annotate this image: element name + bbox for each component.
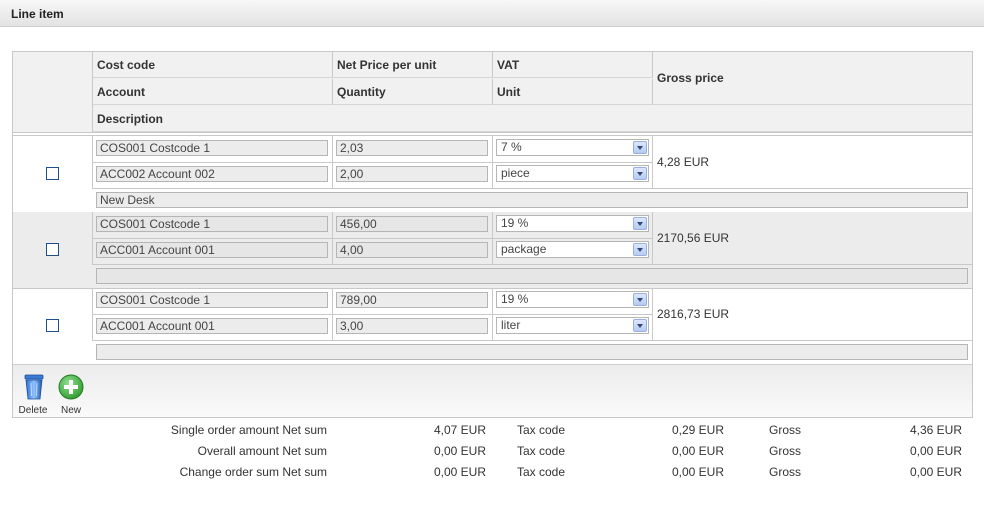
summary-gross-value: 0,00 EUR	[909, 444, 962, 458]
description-field[interactable]: New Desk	[96, 192, 968, 208]
unit-select-value: piece	[501, 166, 530, 180]
cost-code-field[interactable]: COS001 Costcode 1	[96, 216, 328, 232]
header-gross-price: Gross price	[653, 52, 972, 105]
table-row: COS001 Costcode 1 456,00 19 % ACC001 Acc…	[13, 212, 972, 288]
divider	[93, 340, 972, 341]
chevron-down-icon[interactable]	[633, 217, 647, 230]
panel-title: Line item	[11, 7, 64, 21]
vat-select[interactable]: 19 %	[496, 291, 649, 308]
summary-gross-label: Gross	[769, 423, 802, 437]
header-account: Account	[93, 79, 333, 105]
summary-label: Change order sum Net sum	[179, 465, 327, 479]
gross-price-value: 4,28 EUR	[657, 155, 710, 169]
summary-tax-value: 0,00 EUR	[671, 465, 724, 479]
summary-tax-value: 0,00 EUR	[671, 444, 724, 458]
line-item-grid: Cost code Net Price per unit VAT Account…	[12, 51, 973, 418]
divider	[13, 132, 972, 133]
summary-tax-value: 0,29 EUR	[671, 423, 724, 437]
grid-toolbar: Delete New	[13, 364, 972, 417]
quantity-field[interactable]: 4,00	[336, 242, 488, 258]
summary-label: Single order amount Net sum	[170, 423, 327, 437]
table-row: COS001 Costcode 1 789,00 19 % ACC001 Acc…	[13, 288, 972, 364]
gross-price-value: 2816,73 EUR	[657, 307, 730, 321]
unit-select[interactable]: package	[496, 241, 649, 258]
new-label: New	[60, 405, 81, 416]
summary-gross-label: Gross	[769, 444, 802, 458]
summary-net-value: 4,07 EUR	[433, 423, 486, 437]
header-vat: VAT	[493, 52, 653, 78]
header-cost-code: Cost code	[93, 52, 333, 78]
account-field[interactable]: ACC001 Account 001	[96, 318, 328, 334]
account-field[interactable]: ACC002 Account 002	[96, 166, 328, 182]
cost-code-field[interactable]: COS001 Costcode 1	[96, 140, 328, 156]
divider	[93, 264, 972, 265]
vat-select-value: 19 %	[501, 292, 529, 306]
summary-tax-label: Tax code	[517, 444, 566, 458]
plus-circle-icon	[58, 374, 84, 400]
description-field[interactable]	[96, 268, 968, 284]
unit-select-value: liter	[501, 318, 521, 332]
header-description: Description	[93, 106, 972, 132]
chevron-down-icon[interactable]	[633, 167, 647, 180]
net-price-field[interactable]: 456,00	[336, 216, 488, 232]
delete-label: Delete	[18, 405, 48, 416]
header-quantity: Quantity	[333, 79, 493, 105]
account-field[interactable]: ACC001 Account 001	[96, 242, 328, 258]
row-select-checkbox[interactable]	[46, 167, 59, 180]
vat-select[interactable]: 19 %	[496, 215, 649, 232]
divider	[93, 238, 653, 239]
chevron-down-icon[interactable]	[633, 319, 647, 332]
panel-titlebar: Line item	[0, 0, 984, 27]
summary-gross-label: Gross	[769, 465, 802, 479]
summary-tax-label: Tax code	[517, 423, 566, 437]
table-row: COS001 Costcode 1 2,03 7 % ACC002 Accoun…	[13, 136, 972, 212]
row-select-checkbox[interactable]	[46, 319, 59, 332]
header-net-price: Net Price per unit	[333, 52, 493, 78]
unit-select-value: package	[501, 242, 547, 256]
unit-select[interactable]: liter	[496, 317, 649, 334]
chevron-down-icon[interactable]	[633, 293, 647, 306]
new-button[interactable]: New	[51, 365, 91, 418]
gross-price-value: 2170,56 EUR	[657, 231, 730, 245]
summary-label: Overall amount Net sum	[197, 444, 327, 458]
trash-icon	[24, 374, 44, 400]
chevron-down-icon[interactable]	[633, 243, 647, 256]
quantity-field[interactable]: 3,00	[336, 318, 488, 334]
vat-select-value: 7 %	[501, 140, 522, 154]
summary-net-value: 0,00 EUR	[433, 444, 486, 458]
net-price-field[interactable]: 2,03	[336, 140, 488, 156]
summary-net-value: 0,00 EUR	[433, 465, 486, 479]
vat-select-value: 19 %	[501, 216, 529, 230]
divider	[93, 162, 653, 163]
cost-code-field[interactable]: COS001 Costcode 1	[96, 292, 328, 308]
unit-select[interactable]: piece	[496, 165, 649, 182]
divider	[93, 188, 972, 189]
chevron-down-icon[interactable]	[633, 141, 647, 154]
row-select-checkbox[interactable]	[46, 243, 59, 256]
divider	[93, 314, 653, 315]
quantity-field[interactable]: 2,00	[336, 166, 488, 182]
summary-tax-label: Tax code	[517, 465, 566, 479]
vat-select[interactable]: 7 %	[496, 139, 649, 156]
summary-gross-value: 0,00 EUR	[909, 465, 962, 479]
description-field[interactable]	[96, 344, 968, 360]
delete-button[interactable]: Delete	[13, 365, 53, 418]
summary-gross-value: 4,36 EUR	[909, 423, 962, 437]
header-unit: Unit	[493, 79, 653, 105]
net-price-field[interactable]: 789,00	[336, 292, 488, 308]
